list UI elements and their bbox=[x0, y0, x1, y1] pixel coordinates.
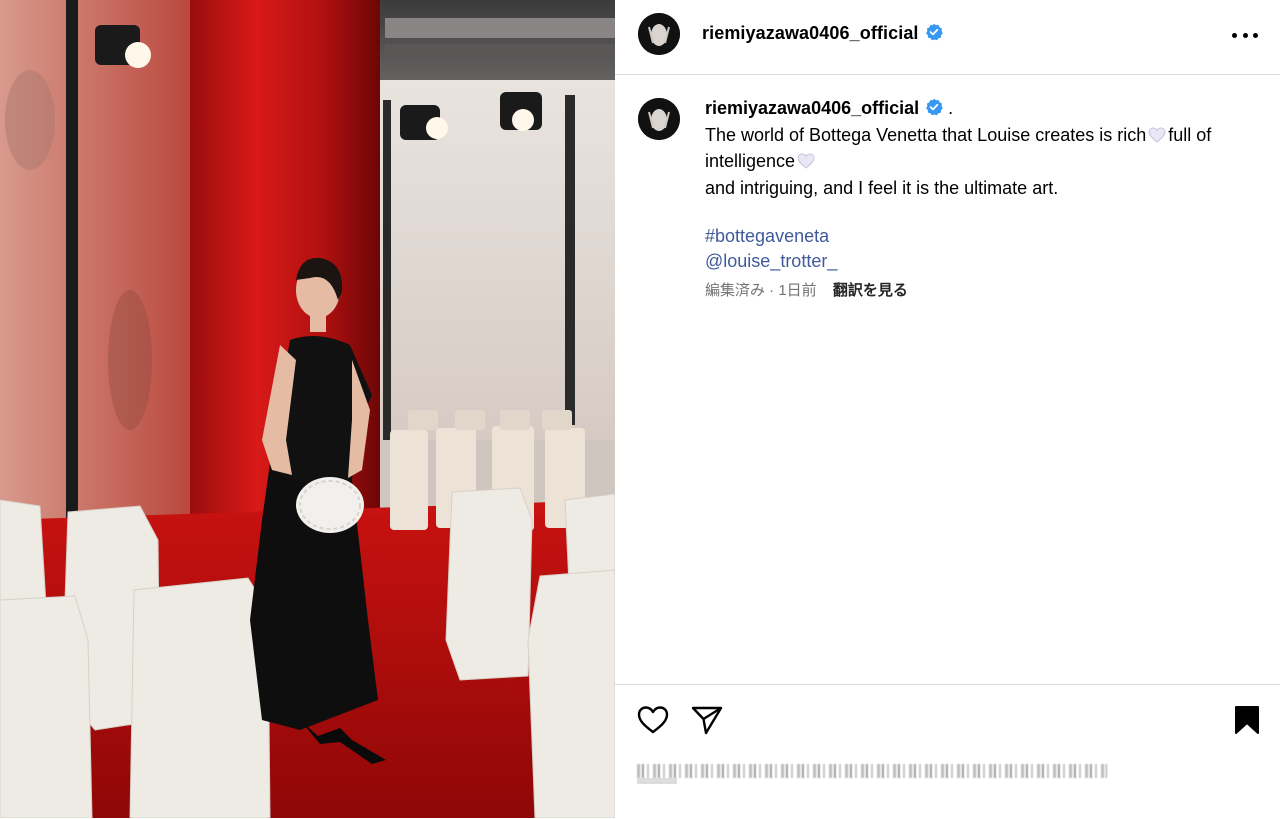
likes-count-blurred bbox=[637, 764, 1107, 778]
avatar[interactable] bbox=[638, 13, 680, 55]
caption-line: intelligence bbox=[705, 151, 796, 171]
likes-count-blurred bbox=[637, 778, 677, 784]
avatar-image bbox=[638, 13, 680, 55]
avatar-image bbox=[638, 98, 680, 140]
caption-line: and intriguing, and I feel it is the ult… bbox=[705, 177, 1059, 198]
action-bar bbox=[615, 684, 1280, 819]
post-header: riemiyazawa0406_official bbox=[615, 0, 1280, 75]
photo-illustration bbox=[0, 0, 615, 818]
username-text[interactable]: riemiyazawa0406_official bbox=[702, 23, 919, 43]
post-details-panel: riemiyazawa0406_official riemiyazawa0406… bbox=[615, 0, 1280, 818]
more-options-icon[interactable] bbox=[1232, 24, 1258, 46]
white-heart-emoji bbox=[1148, 125, 1166, 150]
heart-icon[interactable] bbox=[637, 705, 669, 740]
translate-button[interactable]: 翻訳を見る bbox=[833, 282, 908, 299]
white-heart-emoji bbox=[797, 151, 815, 176]
caption-avatar[interactable] bbox=[638, 98, 680, 140]
caption-line: full of bbox=[1168, 124, 1212, 145]
header-username[interactable]: riemiyazawa0406_official bbox=[702, 23, 943, 46]
dot bbox=[1253, 32, 1258, 38]
caption-body: riemiyazawa0406_official . The world of … bbox=[705, 96, 1265, 304]
mention-link[interactable]: @louise_trotter_ bbox=[705, 249, 1265, 274]
post-photo[interactable] bbox=[0, 0, 615, 818]
dot bbox=[1232, 32, 1237, 38]
bookmark-icon[interactable] bbox=[1234, 705, 1260, 740]
hashtag-link[interactable]: #bottegaveneta bbox=[705, 224, 1265, 249]
caption-text: The world of Bottega Venetta that Louise… bbox=[705, 123, 1265, 201]
caption-first-line: riemiyazawa0406_official . bbox=[705, 96, 1265, 123]
caption-username[interactable]: riemiyazawa0406_official bbox=[705, 98, 919, 118]
verified-badge-icon bbox=[925, 23, 943, 46]
caption-line: The world of Bottega Venetta that Louise… bbox=[705, 124, 1147, 145]
verified-badge-icon bbox=[925, 98, 943, 123]
dot bbox=[1242, 32, 1248, 38]
edited-timestamp: 編集済み · 1日前 bbox=[705, 282, 817, 299]
paper-plane-icon[interactable] bbox=[691, 705, 723, 740]
post-meta: 編集済み · 1日前 翻訳を見る bbox=[705, 279, 1265, 304]
